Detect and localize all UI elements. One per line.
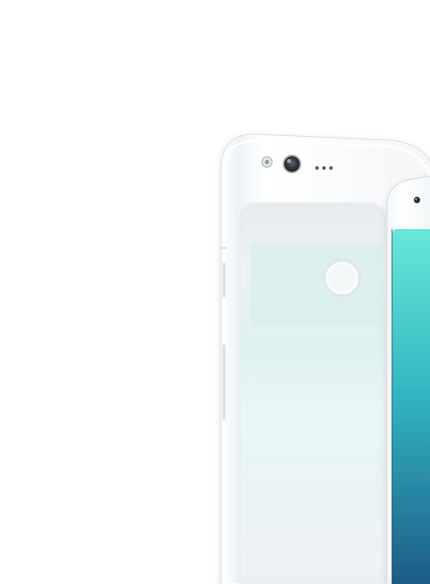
fingerprint-sensor-icon <box>322 258 362 298</box>
sensor-dot-1 <box>315 166 319 170</box>
front-phone <box>386 175 430 584</box>
front-camera-icon <box>413 196 421 204</box>
phone-product-illustration <box>220 133 430 584</box>
product-image-stage <box>0 0 430 584</box>
camera-lens-icon <box>282 154 302 174</box>
glass-tint-band <box>250 244 383 326</box>
sensor-dot-2 <box>322 166 326 170</box>
sensor-dot-3 <box>329 166 333 170</box>
